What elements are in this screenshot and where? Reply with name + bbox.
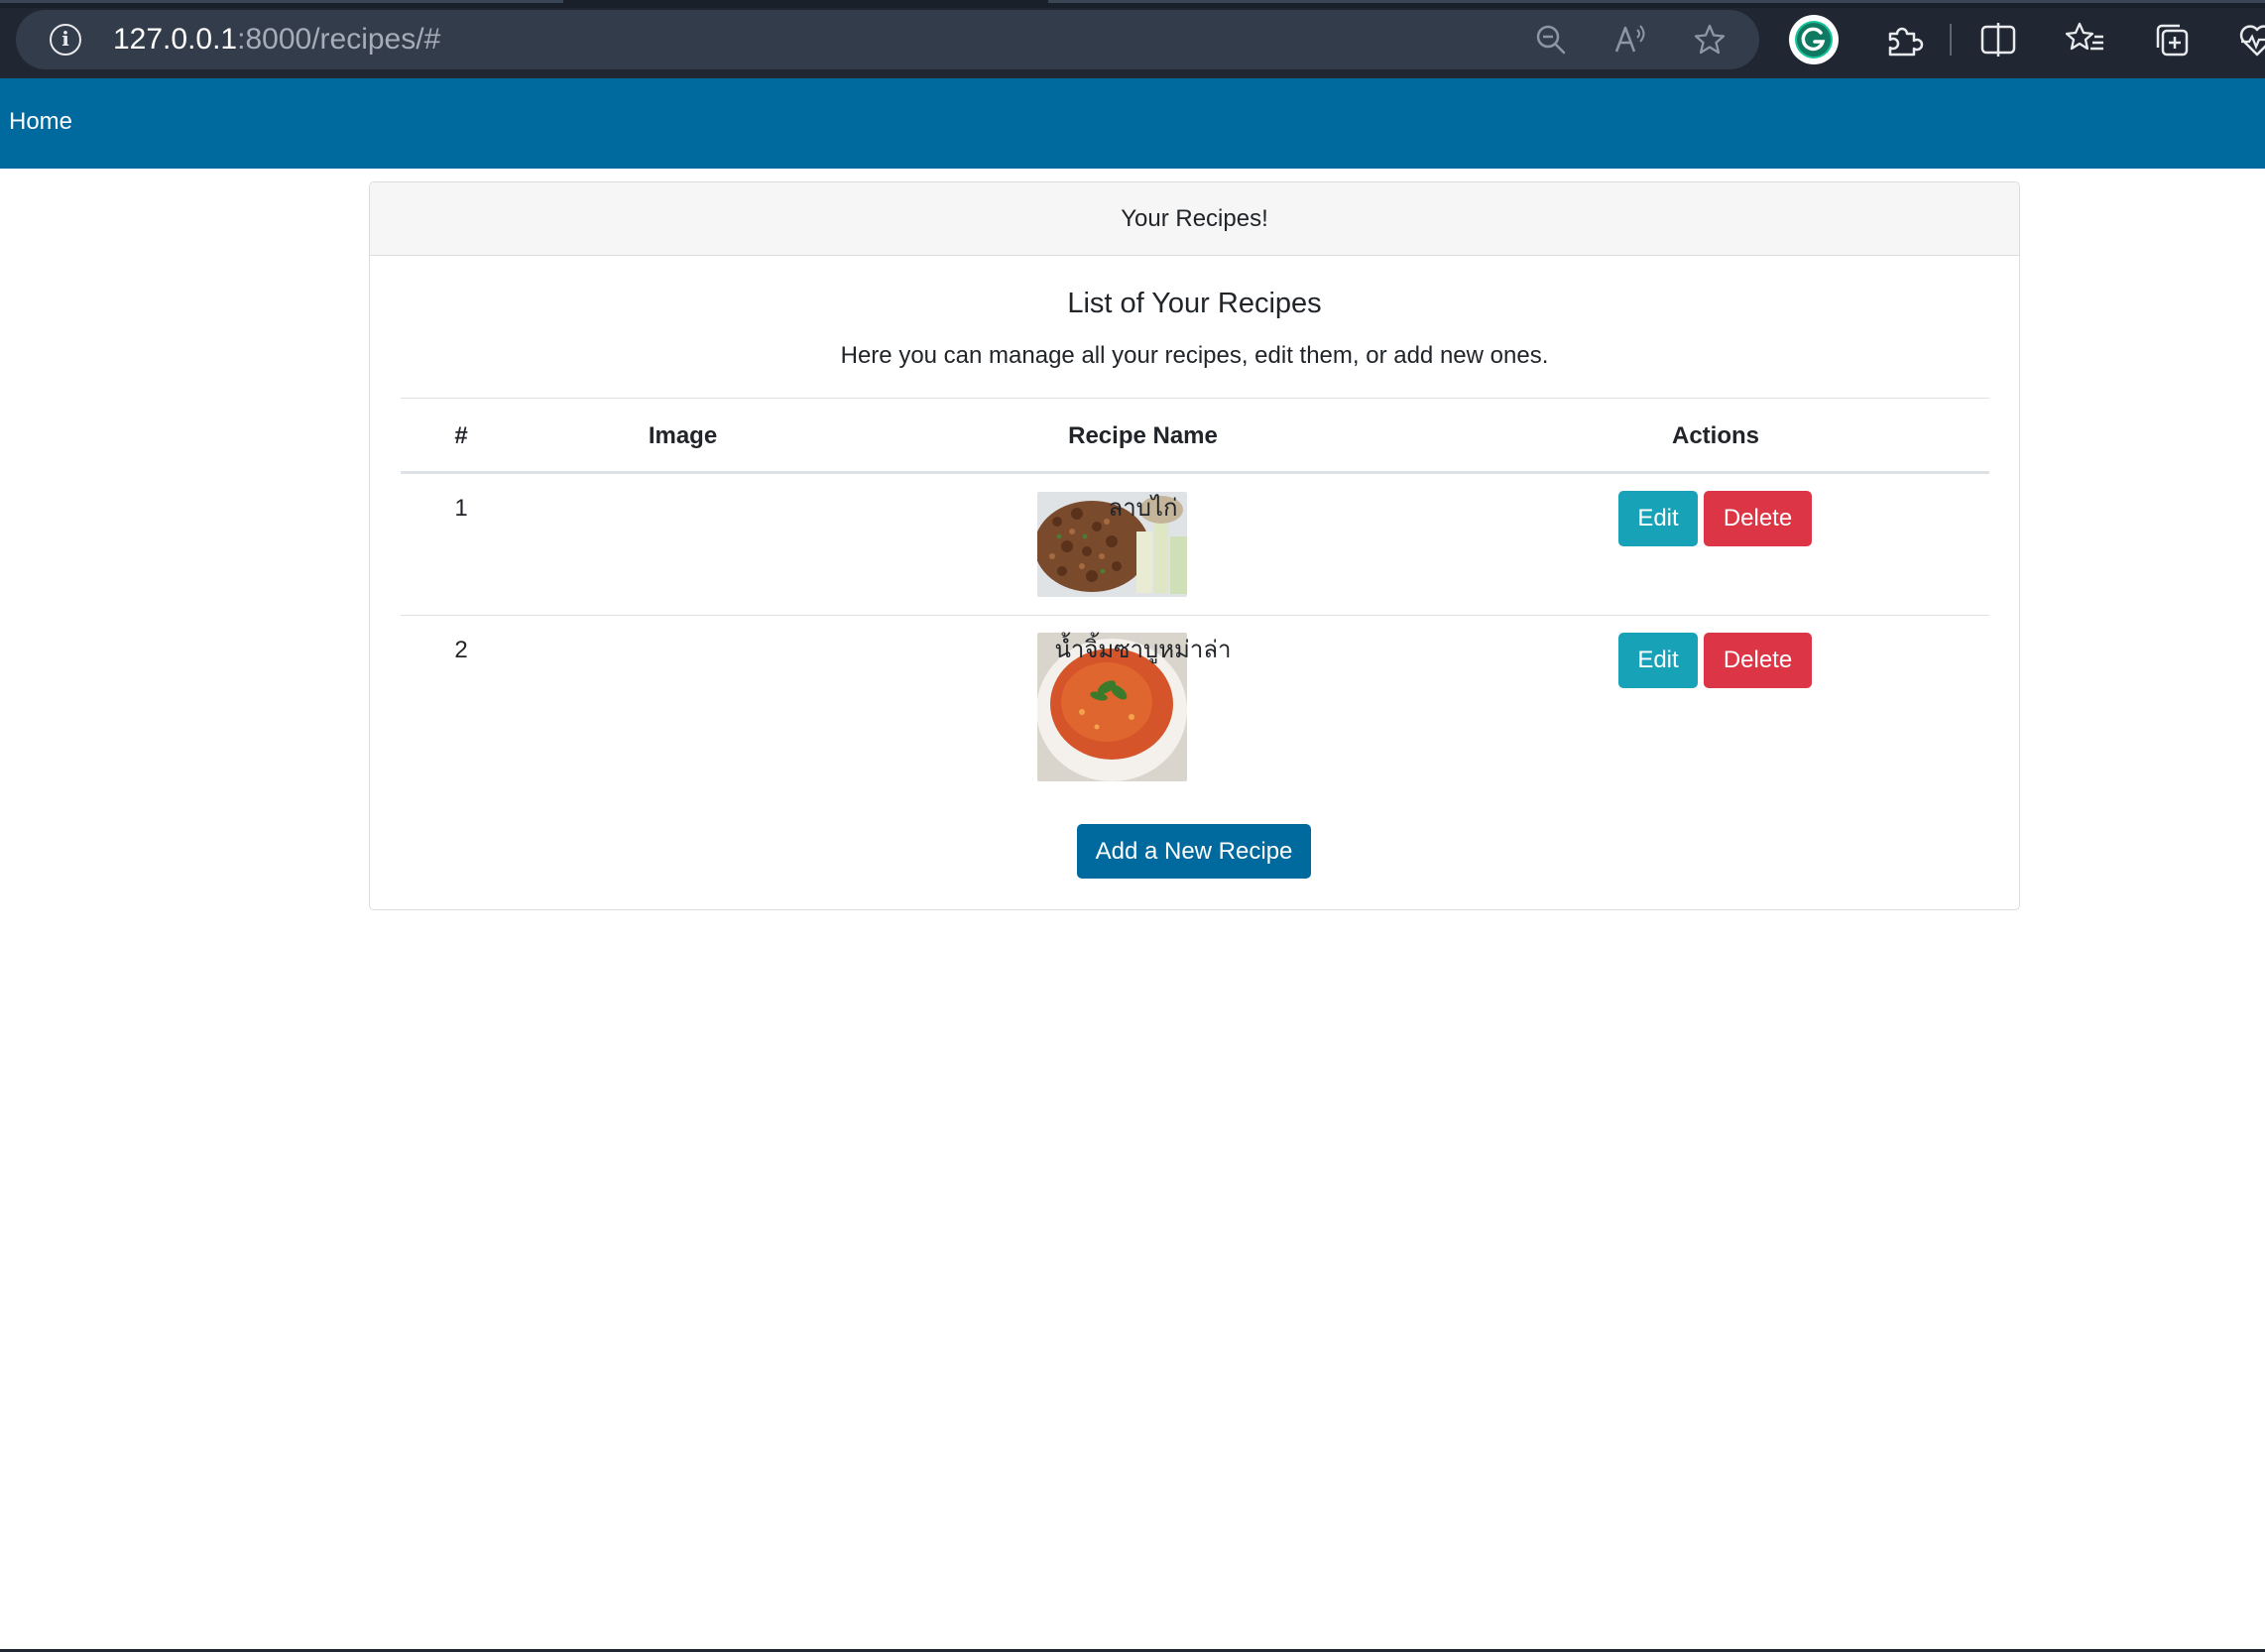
navbar: Home (0, 78, 2265, 169)
recipe-name: น้ำจิ้มซาบูหม่าล่า (1054, 637, 1232, 663)
table-header-row: # Image Recipe Name Actions (401, 398, 1989, 474)
toolbar-divider (1950, 24, 1952, 56)
page-subtitle: Here you can manage all your recipes, ed… (840, 342, 1549, 369)
grammarly-extension-icon[interactable] (1789, 15, 1839, 64)
nav-home-link[interactable]: Home (9, 104, 72, 140)
column-header-image: Image (648, 422, 718, 449)
table-row: 2 น้ำจิ้มซาบูหม่าล่า Edit Delete (401, 616, 1989, 784)
recipe-index: 1 (454, 495, 468, 522)
recipe-index: 2 (454, 637, 468, 663)
column-header-actions: Actions (1671, 422, 1759, 449)
extensions-puzzle-icon[interactable] (1880, 18, 1924, 61)
address-bar[interactable]: i 127.0.0.1:8000/recipes/# (16, 10, 1759, 69)
delete-button[interactable]: Delete (1704, 633, 1812, 688)
page-title: List of Your Recipes (1067, 288, 1322, 319)
favorites-icon[interactable] (2064, 18, 2107, 61)
edit-button[interactable]: Edit (1618, 491, 1698, 546)
card-header: Your Recipes! (370, 182, 2019, 256)
recipes-table: # Image Recipe Name Actions 1 ลาบไก่ Edi… (401, 398, 1989, 784)
browser-toolbar: i 127.0.0.1:8000/recipes/# (0, 0, 2265, 78)
performance-heart-icon[interactable] (2235, 18, 2265, 61)
recipes-card: Your Recipes! List of Your Recipes Here … (369, 181, 2020, 910)
edit-button[interactable]: Edit (1618, 633, 1698, 688)
zoom-out-icon[interactable] (1533, 22, 1569, 58)
delete-button[interactable]: Delete (1704, 491, 1812, 546)
read-aloud-icon[interactable] (1612, 22, 1648, 58)
url-path: :8000/recipes/# (237, 23, 441, 56)
info-icon[interactable]: i (50, 24, 81, 56)
url-text[interactable]: 127.0.0.1:8000/recipes/# (113, 22, 440, 58)
column-header-recipe-name: Recipe Name (1068, 422, 1218, 449)
favorite-star-icon[interactable] (1692, 22, 1728, 58)
collections-icon[interactable] (2150, 18, 2194, 61)
tab-strip (0, 0, 2265, 8)
recipe-name: ลาบไก่ (1108, 495, 1178, 522)
url-host: 127.0.0.1 (113, 23, 238, 56)
table-row: 1 ลาบไก่ Edit Delete (401, 474, 1989, 616)
column-header-number: # (454, 422, 468, 449)
split-screen-icon[interactable] (1976, 18, 2020, 61)
add-recipe-button[interactable]: Add a New Recipe (1077, 824, 1311, 879)
